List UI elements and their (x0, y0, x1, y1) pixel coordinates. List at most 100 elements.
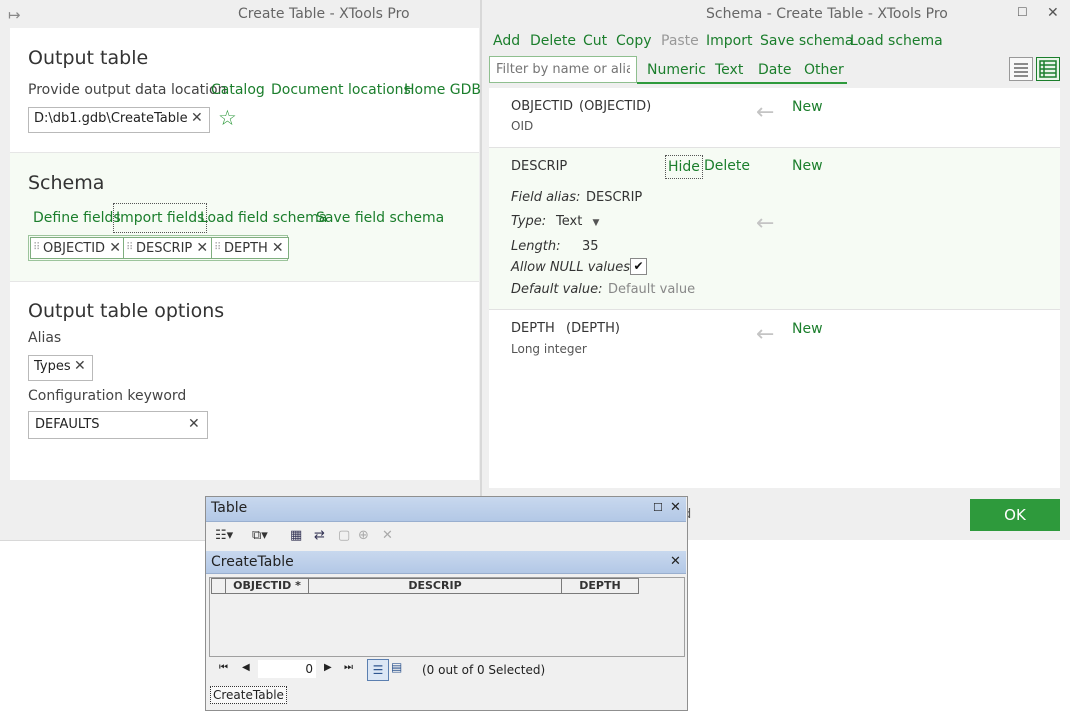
tab-other[interactable]: Other (804, 62, 844, 78)
home-gdb-link[interactable]: Home GDB (404, 82, 481, 98)
output-options-heading: Output table options (28, 300, 225, 322)
table-toolbar (206, 522, 686, 550)
last-record-icon[interactable]: ⏭ (344, 662, 353, 673)
depth-name: DEPTH (511, 321, 555, 336)
record-number-value: 0 (305, 662, 313, 676)
table-tab-close-icon[interactable]: ✕ (670, 554, 681, 569)
first-record-icon[interactable]: ⏮ (219, 662, 228, 673)
objectid-name: OBJECTID (511, 99, 574, 114)
length-label: Length: (511, 239, 561, 254)
drag-handle-icon[interactable]: ⠿ (126, 238, 133, 258)
filter-tabs-underline (637, 82, 847, 84)
delete-selected-icon[interactable]: ✕ (382, 528, 393, 543)
remove-descrip-icon[interactable]: ✕ (196, 240, 208, 256)
document-locations-link[interactable]: Document locations (271, 82, 411, 98)
zoom-selected-icon[interactable]: ⊕ (358, 528, 369, 543)
clear-path-icon[interactable]: ✕ (191, 110, 203, 126)
default-value-input[interactable]: Default value (608, 282, 695, 297)
type-dropdown[interactable]: Text ▼ (556, 214, 599, 229)
objectid-type: OID (511, 119, 534, 133)
copy-button[interactable]: Copy (616, 33, 652, 49)
descrip-status: New (792, 158, 823, 174)
descrip-name: DESCRIP (511, 159, 568, 174)
field-chip-descrip[interactable]: ⠿ DESCRIP ✕ (123, 237, 214, 259)
output-path-field[interactable]: D:\db1.gdb\CreateTable ✕ (28, 107, 210, 133)
column-header-depth[interactable]: DEPTH (561, 578, 639, 594)
clear-config-icon[interactable]: ✕ (188, 416, 200, 432)
allow-null-label: Allow NULL values: (511, 260, 635, 275)
table-window-title: Table (211, 500, 248, 516)
objectid-status: New (792, 99, 823, 115)
tab-date[interactable]: Date (758, 62, 791, 78)
table-bottom-tab[interactable]: CreateTable (210, 686, 287, 704)
hide-button[interactable]: Hide (665, 155, 703, 179)
alias-field[interactable]: Types ✕ (28, 355, 93, 381)
column-header-descrip[interactable]: DESCRIP (308, 578, 562, 594)
location-label: Provide output data location (28, 82, 227, 98)
field-chip-objectid[interactable]: ⠿ OBJECTID ✕ (30, 237, 126, 259)
paste-button[interactable]: Paste (661, 33, 699, 49)
next-record-icon[interactable]: ▶ (324, 662, 332, 673)
favorite-star-icon[interactable]: ☆ (218, 106, 237, 130)
selection-status: (0 out of 0 Selected) (422, 663, 546, 677)
catalog-link[interactable]: Catalog (211, 82, 265, 98)
delete-field-button[interactable]: Delete (704, 158, 750, 174)
save-field-schema-link[interactable]: Save field schema (316, 210, 444, 226)
cut-button[interactable]: Cut (583, 33, 607, 49)
schema-heading: Schema (28, 172, 105, 194)
default-value-label: Default value: (511, 282, 603, 297)
table-close-icon[interactable]: ✕ (670, 500, 681, 515)
drag-handle-icon[interactable]: ⠿ (214, 238, 221, 258)
tab-text[interactable]: Text (715, 62, 743, 78)
field-chip-depth[interactable]: ⠿ DEPTH ✕ (211, 237, 289, 259)
import-fields-link[interactable]: Import fields (113, 203, 208, 233)
objectid-alias: (OBJECTID) (579, 99, 652, 114)
depth-alias: (DEPTH) (566, 321, 620, 336)
column-header-objectid[interactable]: OBJECTID * (225, 578, 309, 594)
switch-selection-icon[interactable]: ⇄ (314, 528, 325, 543)
config-keyword-value: DEFAULTS (35, 417, 100, 432)
previous-record-icon[interactable]: ◀ (242, 662, 250, 673)
maximize-icon[interactable]: ☐ (1017, 5, 1028, 19)
depth-status: New (792, 321, 823, 337)
dropdown-arrow-icon: ▼ (592, 218, 600, 228)
left-window-title: Create Table - XTools Pro (238, 6, 410, 22)
table-maximize-icon[interactable]: ☐ (653, 501, 663, 514)
filter-input[interactable] (489, 56, 637, 83)
allow-null-checkbox[interactable]: ✔ (630, 258, 647, 275)
show-selected-records-icon[interactable]: ▤ (391, 660, 402, 674)
add-button[interactable]: Add (493, 33, 520, 49)
load-field-schema-link[interactable]: Load field schema (200, 210, 327, 226)
alias-label: Alias (28, 330, 62, 346)
ok-button[interactable]: OK (970, 499, 1060, 531)
field-alias-value[interactable]: DESCRIP (586, 190, 642, 205)
field-row-objectid[interactable] (489, 88, 1060, 148)
load-schema-button[interactable]: Load schema (850, 33, 943, 49)
list-view-icon[interactable] (1009, 57, 1033, 81)
detail-view-icon[interactable] (1036, 57, 1060, 81)
config-keyword-field[interactable]: DEFAULTS ✕ (28, 411, 208, 439)
related-tables-icon[interactable]: ⧉▾ (252, 528, 268, 543)
clear-alias-icon[interactable]: ✕ (74, 358, 86, 374)
type-label: Type: (511, 214, 547, 229)
remove-depth-icon[interactable]: ✕ (272, 240, 284, 256)
define-fields-link[interactable]: Define fields (33, 210, 121, 226)
pin-arrow-icon[interactable]: ↦ (8, 6, 21, 24)
table-titlebar (206, 497, 686, 522)
table-tab-title: CreateTable (211, 554, 294, 570)
remove-objectid-icon[interactable]: ✕ (109, 240, 121, 256)
table-options-icon[interactable]: ☷▾ (215, 528, 233, 543)
drag-handle-icon[interactable]: ⠿ (33, 238, 40, 258)
delete-button[interactable]: Delete (530, 33, 576, 49)
show-all-records-icon[interactable]: ☰ (367, 659, 389, 681)
tab-numeric[interactable]: Numeric (647, 62, 706, 78)
record-number-input[interactable]: 0 (258, 660, 316, 678)
length-value[interactable]: 35 (582, 239, 599, 254)
clear-selection-icon[interactable]: ▢ (338, 528, 350, 543)
save-schema-button[interactable]: Save schema (760, 33, 854, 49)
output-path-value: D:\db1.gdb\CreateTable (34, 111, 188, 126)
select-by-attributes-icon[interactable]: ▦ (290, 528, 302, 543)
close-icon[interactable]: ✕ (1047, 5, 1059, 21)
config-keyword-label: Configuration keyword (28, 388, 187, 404)
import-button[interactable]: Import (706, 33, 752, 49)
